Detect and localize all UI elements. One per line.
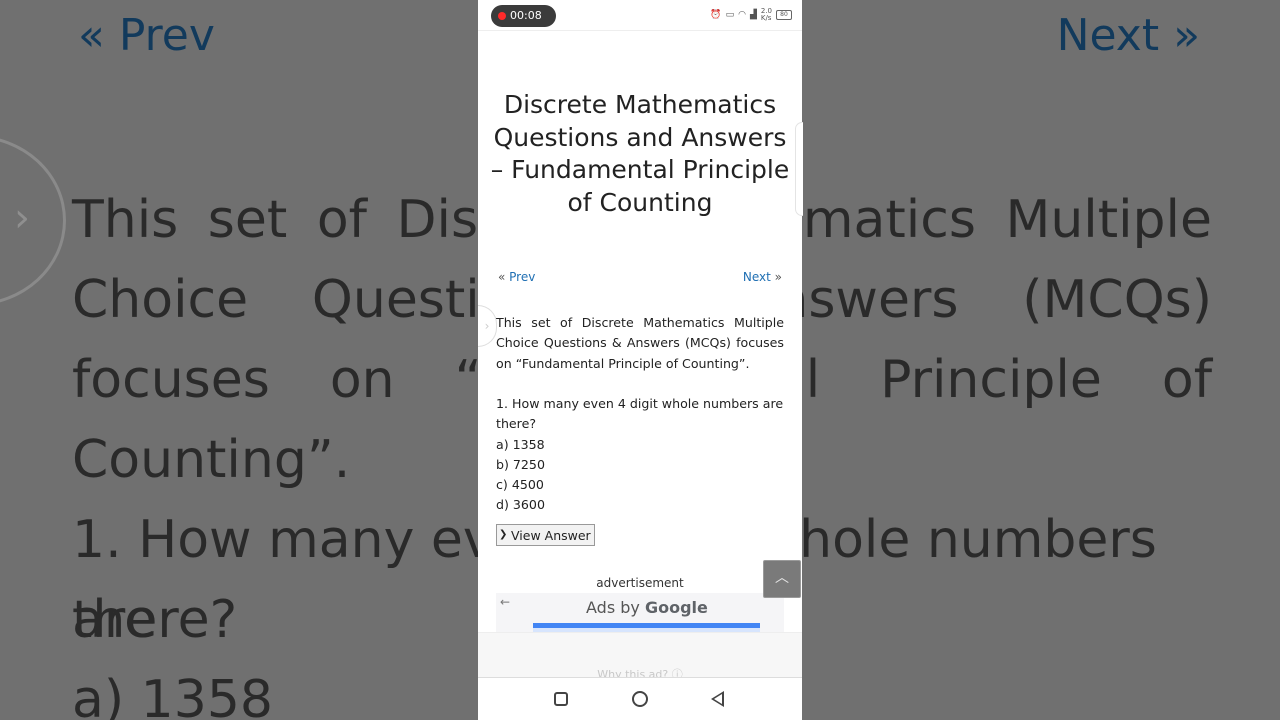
intro-paragraph: This set of Discrete Mathematics Multipl… <box>496 315 784 371</box>
page-title: Discrete Mathematics Questions and Answe… <box>490 90 790 217</box>
recording-indicator[interactable]: 00:08 <box>491 5 556 27</box>
prev-next-nav: « Prev Next » <box>498 270 782 286</box>
question-text: 1. How many even 4 digit whole numbers a… <box>496 396 784 432</box>
signal-icon: ▟ <box>749 10 757 20</box>
scroll-to-top-button[interactable]: ︿ <box>763 560 801 598</box>
chevron-down-icon: ❯ <box>499 529 508 540</box>
back-triangle-inner <box>714 694 722 704</box>
recording-time: 00:08 <box>510 9 542 22</box>
bg-question-line2: there? <box>72 590 238 650</box>
next-link[interactable]: Next » <box>743 270 782 284</box>
question-block: 1. How many even 4 digit whole numbers a… <box>496 394 784 516</box>
ads-by-label: Ads by <box>586 598 640 617</box>
next-link-label: Next <box>742 270 771 284</box>
android-nav-bar <box>478 677 802 720</box>
view-answer-button[interactable]: ❯ View Answer <box>496 524 595 546</box>
recents-square-icon[interactable] <box>554 692 568 706</box>
chevron-up-icon: ︿ <box>775 570 789 586</box>
chevron-right-icon: › <box>14 195 30 241</box>
option-a: a) 1358 <box>496 436 545 452</box>
advertisement-label: advertisement <box>596 576 684 590</box>
chevron-right-icon: › <box>484 319 490 333</box>
right-guillemet-icon: » <box>770 270 782 284</box>
phone-screen: 00:08 ⏰ ▭ ◠ ▟ 2.0 K/s 80 Discrete Mathem… <box>478 0 802 720</box>
bg-side-handle <box>0 135 66 306</box>
view-answer-label: View Answer <box>511 528 591 543</box>
battery-icon: 80 <box>776 10 792 20</box>
status-icons: ⏰ ▭ ◠ ▟ 2.0 K/s 80 <box>710 7 792 23</box>
option-c: c) 4500 <box>496 477 544 493</box>
bg-prev-link: « Prev <box>78 10 215 61</box>
prev-link[interactable]: « Prev <box>498 270 535 284</box>
right-edge-tab[interactable] <box>795 122 803 216</box>
network-speed: 2.0 K/s <box>760 7 772 22</box>
status-bar: 00:08 ⏰ ▭ ◠ ▟ 2.0 K/s 80 <box>478 0 802 31</box>
google-brand: Google <box>644 598 708 617</box>
prev-link-label: Prev <box>509 270 536 284</box>
bg-next-link: Next » <box>1056 10 1200 61</box>
option-d: d) 3600 <box>496 497 545 513</box>
page-content: Discrete Mathematics Questions and Answe… <box>478 31 802 651</box>
cast-icon: ▭ <box>725 10 735 20</box>
left-guillemet-icon: « <box>498 270 510 284</box>
ad-bottom-strip: Why this ad? ⓘ <box>478 632 802 681</box>
ads-by-google: Ads by Google <box>586 598 708 617</box>
arrow-left-icon[interactable]: ← <box>500 595 510 609</box>
bg-answer-a: a) 1358 <box>72 670 274 720</box>
record-dot-icon <box>498 12 506 20</box>
home-circle-icon[interactable] <box>632 691 648 707</box>
wifi-icon: ◠ <box>738 10 746 20</box>
option-b: b) 7250 <box>496 456 545 472</box>
alarm-icon: ⏰ <box>710 10 722 20</box>
